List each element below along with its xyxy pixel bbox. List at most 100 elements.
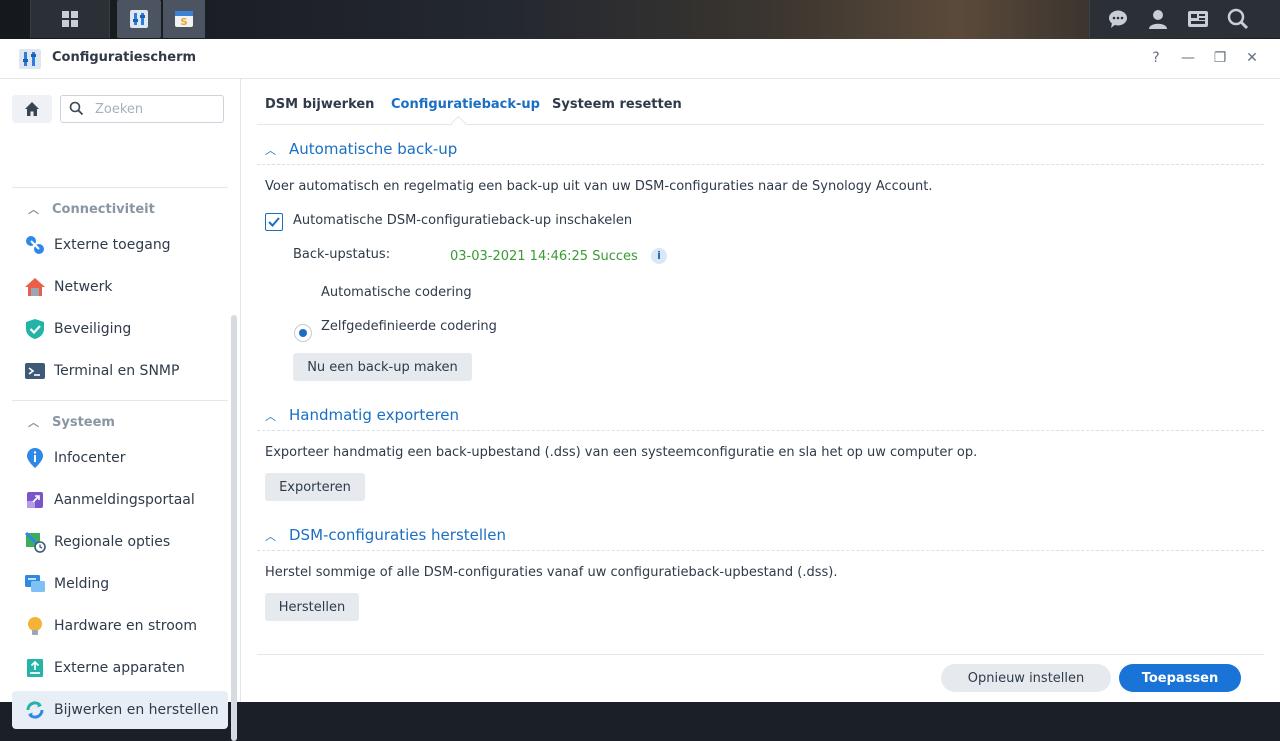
sidebar-scrollbar[interactable] (231, 315, 237, 741)
terminal-icon (24, 360, 46, 382)
titlebar: Configuratiescherm ? — ❐ ✕ (0, 39, 1280, 79)
main-menu-icon[interactable] (50, 0, 90, 38)
backup-status-label: Back-upstatus: (293, 247, 391, 262)
minimize-button[interactable]: — (1179, 49, 1197, 67)
update-restore-icon (24, 699, 46, 721)
sidebar-item-hardware-stroom[interactable]: Hardware en stroom (12, 607, 228, 645)
sidebar-item-externe-toegang[interactable]: Externe toegang (12, 226, 228, 264)
svg-text:S: S (180, 17, 187, 28)
footer-divider (257, 654, 1264, 655)
sidebar-divider (12, 400, 228, 401)
widgets-icon[interactable] (1178, 0, 1218, 38)
sidebar-item-label: Hardware en stroom (54, 618, 197, 634)
radio-auto-label: Automatische codering (321, 285, 472, 300)
checkmark-icon (268, 217, 280, 227)
sidebar-item-infocenter[interactable]: Infocenter (12, 439, 228, 477)
section-title: Handmatig exporteren (289, 406, 460, 424)
section-handmatig-exporteren[interactable]: ︿ Handmatig exporteren (265, 406, 459, 424)
info-icon[interactable]: i (651, 248, 667, 264)
sidebar-item-aanmeldingsportaal[interactable]: Aanmeldingsportaal (12, 481, 228, 519)
group-label: Connectiviteit (52, 202, 155, 217)
group-systeem[interactable]: ︿ Systeem (28, 414, 115, 430)
section-title: Automatische back-up (289, 140, 458, 158)
external-device-icon (24, 657, 46, 679)
close-button[interactable]: ✕ (1243, 49, 1261, 67)
backup-now-button[interactable]: Nu een back-up maken (293, 353, 472, 381)
enable-auto-backup-label: Automatische DSM-configuratieback-up ins… (293, 213, 633, 228)
sidebar-item-label: Externe toegang (54, 237, 171, 253)
section-divider (257, 430, 1264, 431)
apply-button[interactable]: Toepassen (1119, 664, 1241, 692)
sidebar-item-label: Aanmeldingsportaal (54, 492, 195, 508)
remote-access-icon (24, 234, 46, 256)
chat-icon[interactable] (1098, 0, 1138, 38)
section-title: DSM-configuraties herstellen (289, 526, 506, 544)
group-label: Systeem (52, 415, 115, 430)
user-icon[interactable] (1138, 0, 1178, 38)
window-title: Configuratiescherm (52, 50, 197, 65)
manual-export-description: Exporteer handmatig een back-upbestand (… (265, 445, 978, 460)
control-panel-app-icon (18, 48, 42, 70)
enable-auto-backup-checkbox[interactable] (265, 213, 283, 231)
sidebar-item-label: Netwerk (54, 279, 113, 295)
sidebar-item-label: Bijwerken en herstellen (54, 702, 219, 718)
chevron-up-icon: ︿ (265, 410, 276, 423)
sidebar-item-bijwerken-herstellen[interactable]: Bijwerken en herstellen (12, 691, 228, 729)
sidebar-item-netwerk[interactable]: Netwerk (12, 268, 228, 306)
section-dsm-configuraties-herstellen[interactable]: ︿ DSM-configuraties herstellen (265, 526, 506, 544)
restore-button[interactable]: ❐ (1211, 49, 1229, 67)
bulb-icon (24, 615, 46, 637)
radio-custom-label: Zelfgedefinieerde codering (321, 319, 497, 334)
network-house-icon (24, 276, 46, 298)
home-icon (25, 102, 39, 116)
sidebar-divider (12, 187, 228, 188)
search-input[interactable] (93, 99, 219, 119)
tab-configuratieback-up[interactable]: Configuratieback-up (391, 97, 540, 112)
sidebar-item-label: Externe apparaten (54, 660, 185, 676)
login-portal-icon (24, 489, 46, 511)
restore-description: Herstel sommige of alle DSM-configuratie… (265, 565, 838, 580)
sidebar-item-label: Terminal en SNMP (54, 363, 180, 379)
help-button[interactable]: ? (1147, 49, 1165, 67)
section-divider (257, 164, 1264, 165)
notification-icon (24, 573, 46, 595)
chevron-up-icon: ︿ (265, 530, 276, 543)
sidebar-item-label: Infocenter (54, 450, 126, 466)
sidebar-item-label: Beveiliging (54, 321, 132, 337)
chevron-up-icon: ︿ (265, 144, 276, 157)
info-icon (24, 447, 46, 469)
control-panel-window: Configuratiescherm ? — ❐ ✕ ︿ Connectivite… (0, 39, 1280, 741)
taskbar-control-panel-icon[interactable] (117, 0, 161, 38)
main-content: DSM bijwerken Configuratieback-up Systee… (241, 79, 1280, 702)
sidebar-item-label: Regionale opties (54, 534, 171, 550)
home-button[interactable] (12, 95, 52, 123)
restore-button[interactable]: Herstellen (265, 593, 359, 621)
sidebar-item-beveiliging[interactable]: Beveiliging (12, 310, 228, 348)
taskbar: S (0, 0, 1280, 39)
chevron-up-icon: ︿ (28, 416, 39, 429)
tab-systeem-resetten[interactable]: Systeem resetten (552, 97, 682, 112)
search-icon[interactable] (1218, 0, 1258, 38)
sidebar-search[interactable] (60, 95, 224, 123)
shield-icon (24, 318, 46, 340)
tab-dsm-bijwerken[interactable]: DSM bijwerken (265, 97, 374, 112)
sidebar-item-externe-apparaten[interactable]: Externe apparaten (12, 649, 228, 687)
sidebar-item-label: Melding (54, 576, 110, 592)
section-divider (257, 550, 1264, 551)
export-button[interactable]: Exporteren (265, 473, 365, 501)
taskbar-package-center-icon[interactable]: S (163, 0, 205, 38)
regional-icon (24, 531, 46, 553)
sidebar-item-regionale-opties[interactable]: Regionale opties (12, 523, 228, 561)
sidebar-item-terminal-snmp[interactable]: Terminal en SNMP (12, 352, 228, 390)
section-automatische-back-up[interactable]: ︿ Automatische back-up (265, 140, 457, 158)
backup-status-value: 03-03-2021 14:46:25 Succes (450, 249, 638, 264)
radio-automatische-codering[interactable] (294, 324, 312, 342)
group-connectiviteit[interactable]: ︿ Connectiviteit (28, 201, 155, 217)
sidebar: ︿Connectiviteit Externe toegang Netwerk … (0, 79, 241, 741)
reset-button[interactable]: Opnieuw instellen (941, 664, 1111, 692)
sidebar-item-melding[interactable]: Melding (12, 565, 228, 603)
taskbar-right-group (1089, 0, 1280, 38)
tab-bar: DSM bijwerken Configuratieback-up Systee… (257, 79, 1264, 132)
auto-backup-description: Voer automatisch en regelmatig een back-… (265, 179, 933, 194)
chevron-up-icon: ︿ (28, 203, 39, 216)
